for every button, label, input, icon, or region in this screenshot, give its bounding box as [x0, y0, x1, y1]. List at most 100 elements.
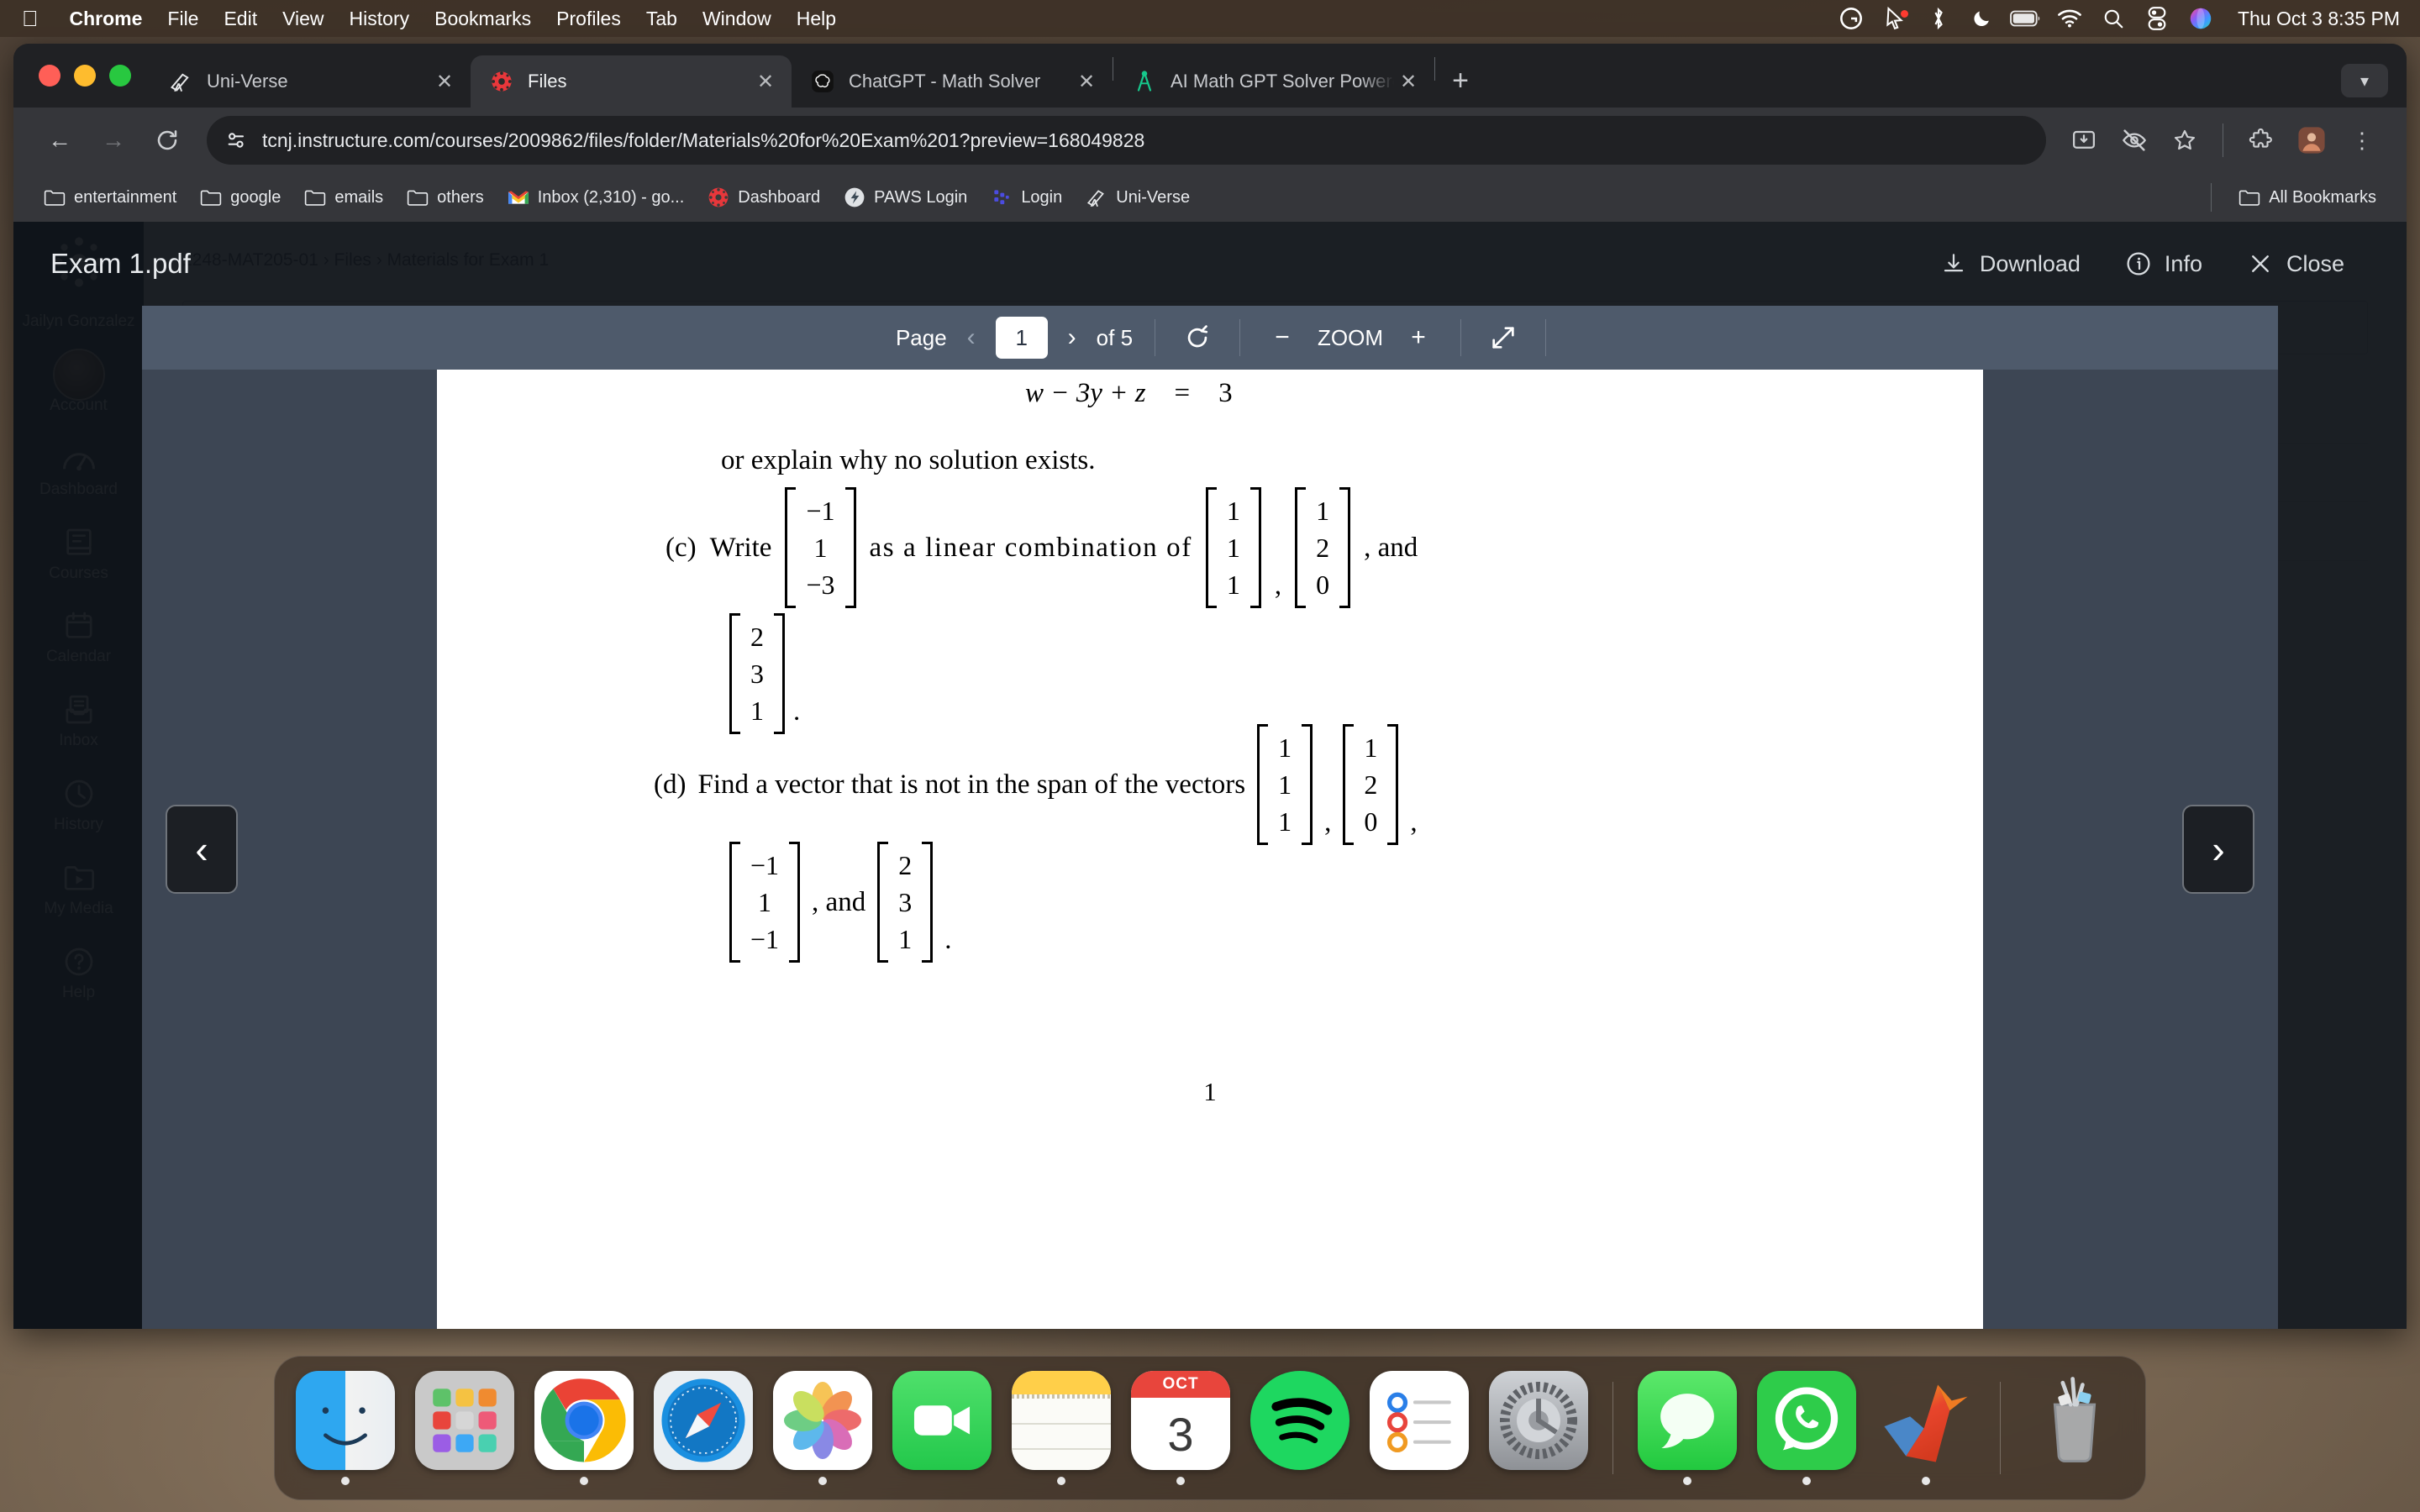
- profile-avatar-icon[interactable]: [2289, 118, 2334, 163]
- dock-item-safari[interactable]: [651, 1371, 755, 1485]
- spotlight-search-icon[interactable]: [2091, 8, 2135, 29]
- tab-close-icon[interactable]: ✕: [1072, 67, 1101, 96]
- previous-page-button[interactable]: ‹: [166, 805, 238, 894]
- menu-item-window[interactable]: Window: [690, 8, 784, 30]
- menu-item-view[interactable]: View: [270, 8, 336, 30]
- vector-entry: −1: [750, 850, 780, 880]
- reload-icon[interactable]: [143, 116, 192, 165]
- menu-item-history[interactable]: History: [337, 8, 423, 30]
- chevron-right-icon[interactable]: ›: [1063, 323, 1081, 352]
- dock-item-finder[interactable]: [293, 1371, 397, 1485]
- bookmark-others[interactable]: others: [397, 181, 494, 213]
- address-bar[interactable]: tcnj.instructure.com/courses/2009862/fil…: [207, 116, 2046, 165]
- vector-entry: 2: [1316, 533, 1330, 564]
- bookmark-inbox-gmail[interactable]: Inbox (2,310) - go...: [497, 181, 695, 213]
- info-button[interactable]: Info: [2102, 241, 2224, 286]
- zoom-in-button[interactable]: +: [1398, 318, 1439, 358]
- dock-item-launchpad[interactable]: [413, 1371, 517, 1485]
- battery-icon[interactable]: [2004, 9, 2048, 28]
- pdf-page-area[interactable]: ‹ › w − 3y + z = 3 or explain why no sol…: [142, 370, 2278, 1329]
- bluetooth-icon[interactable]: [1917, 7, 1960, 30]
- dock-item-facetime[interactable]: [890, 1371, 994, 1485]
- hide-eye-icon[interactable]: [2112, 118, 2157, 163]
- menu-item-chrome[interactable]: Chrome: [57, 8, 155, 30]
- grammarly-icon[interactable]: [1829, 7, 1873, 30]
- dock-item-whatsapp[interactable]: [1754, 1371, 1859, 1485]
- cursor-pointer-icon[interactable]: [1873, 7, 1917, 30]
- rotate-icon[interactable]: [1177, 318, 1218, 358]
- star-icon[interactable]: [2162, 118, 2207, 163]
- apple-icon[interactable]: : [0, 8, 57, 29]
- page-label: Page: [895, 324, 947, 350]
- vector-entry: 3: [898, 887, 913, 918]
- next-page-button[interactable]: ›: [2182, 805, 2254, 894]
- menu-bar-clock[interactable]: Thu Oct 3 8:35 PM: [2223, 8, 2400, 30]
- bookmark-paws-login[interactable]: PAWS Login: [834, 181, 977, 213]
- vector-entry: 2: [750, 622, 764, 652]
- window-maximize-button[interactable]: [109, 65, 131, 87]
- chevron-left-icon[interactable]: ‹: [962, 323, 981, 352]
- zoom-label: ZOOM: [1318, 324, 1384, 350]
- bookmark-label: Dashboard: [738, 187, 821, 207]
- expand-diagonal-icon[interactable]: [1483, 318, 1523, 358]
- menu-item-profiles[interactable]: Profiles: [544, 8, 634, 30]
- dock-item-chrome[interactable]: [532, 1371, 636, 1485]
- menu-item-tab[interactable]: Tab: [634, 8, 690, 30]
- page-number-input[interactable]: 1: [995, 317, 1048, 359]
- chevron-down-icon[interactable]: ▾: [2341, 64, 2388, 97]
- dock-item-notes[interactable]: [1009, 1371, 1113, 1485]
- browser-tab-ai-math-gpt[interactable]: AI Math GPT Solver Powered b ✕: [1113, 55, 1434, 108]
- do-not-disturb-moon-icon[interactable]: [1960, 8, 2004, 29]
- dock-item-photos[interactable]: [771, 1371, 875, 1485]
- calendar-month-label: OCT: [1131, 1371, 1230, 1398]
- tab-close-icon[interactable]: ✕: [1394, 67, 1423, 96]
- dock-item-system-settings[interactable]: [1486, 1371, 1591, 1485]
- rotate-group: [1155, 318, 1239, 358]
- window-close-button[interactable]: [39, 65, 60, 87]
- info-label: Info: [2164, 250, 2202, 276]
- menu-item-help[interactable]: Help: [784, 8, 849, 30]
- all-bookmarks-button[interactable]: All Bookmarks: [2228, 181, 2386, 213]
- gmail-icon: [508, 186, 529, 208]
- safari-icon: [654, 1371, 753, 1470]
- whatsapp-icon: [1757, 1371, 1856, 1470]
- forward-arrow-icon[interactable]: →: [89, 116, 138, 165]
- dock-item-calendar[interactable]: OCT 3: [1128, 1371, 1233, 1485]
- dock-item-matlab[interactable]: [1874, 1371, 1978, 1485]
- browser-tab-uni-verse[interactable]: Uni-Verse ✕: [150, 55, 471, 108]
- tab-close-icon[interactable]: ✕: [430, 67, 459, 96]
- bookmark-emails[interactable]: emails: [294, 181, 393, 213]
- menu-item-edit[interactable]: Edit: [211, 8, 270, 30]
- puzzle-piece-icon[interactable]: [2238, 118, 2284, 163]
- bookmark-google[interactable]: google: [190, 181, 291, 213]
- bookmark-dashboard[interactable]: Dashboard: [697, 181, 830, 213]
- login-icon: [991, 186, 1013, 208]
- bookmark-uni-verse[interactable]: Uni-Verse: [1076, 181, 1200, 213]
- browser-tab-chatgpt[interactable]: ChatGPT - Math Solver ✕: [792, 55, 1113, 108]
- tab-close-icon[interactable]: ✕: [751, 67, 780, 96]
- dock-item-messages[interactable]: [1635, 1371, 1739, 1485]
- menu-item-file[interactable]: File: [155, 8, 211, 30]
- zoom-out-button[interactable]: −: [1262, 318, 1302, 358]
- close-button[interactable]: Close: [2224, 241, 2366, 286]
- bookmark-login[interactable]: Login: [981, 181, 1072, 213]
- browser-tab-files[interactable]: Files ✕: [471, 55, 792, 108]
- info-circle-icon: [2124, 249, 2153, 278]
- file-preview-overlay: Exam 1.pdf Download Info Close Page ‹ 1 …: [13, 222, 2407, 1329]
- back-arrow-icon[interactable]: ←: [35, 116, 84, 165]
- dock-item-trash[interactable]: [2023, 1371, 2127, 1485]
- menu-item-bookmarks[interactable]: Bookmarks: [422, 8, 544, 30]
- wifi-icon[interactable]: [2048, 8, 2091, 29]
- bookmark-entertainment[interactable]: entertainment: [34, 181, 187, 213]
- window-minimize-button[interactable]: [74, 65, 96, 87]
- siri-icon[interactable]: [2179, 7, 2223, 30]
- site-settings-icon[interactable]: [225, 129, 249, 152]
- part-d-vector-3: −1 1 −1: [729, 842, 801, 963]
- three-dot-menu-icon[interactable]: ⋮: [2339, 118, 2385, 163]
- download-button[interactable]: Download: [1918, 241, 2102, 286]
- control-center-icon[interactable]: [2135, 7, 2179, 30]
- new-tab-button[interactable]: +: [1435, 55, 1486, 106]
- install-app-icon[interactable]: [2061, 118, 2107, 163]
- dock-item-reminders[interactable]: [1367, 1371, 1471, 1485]
- dock-item-spotify[interactable]: [1248, 1371, 1352, 1485]
